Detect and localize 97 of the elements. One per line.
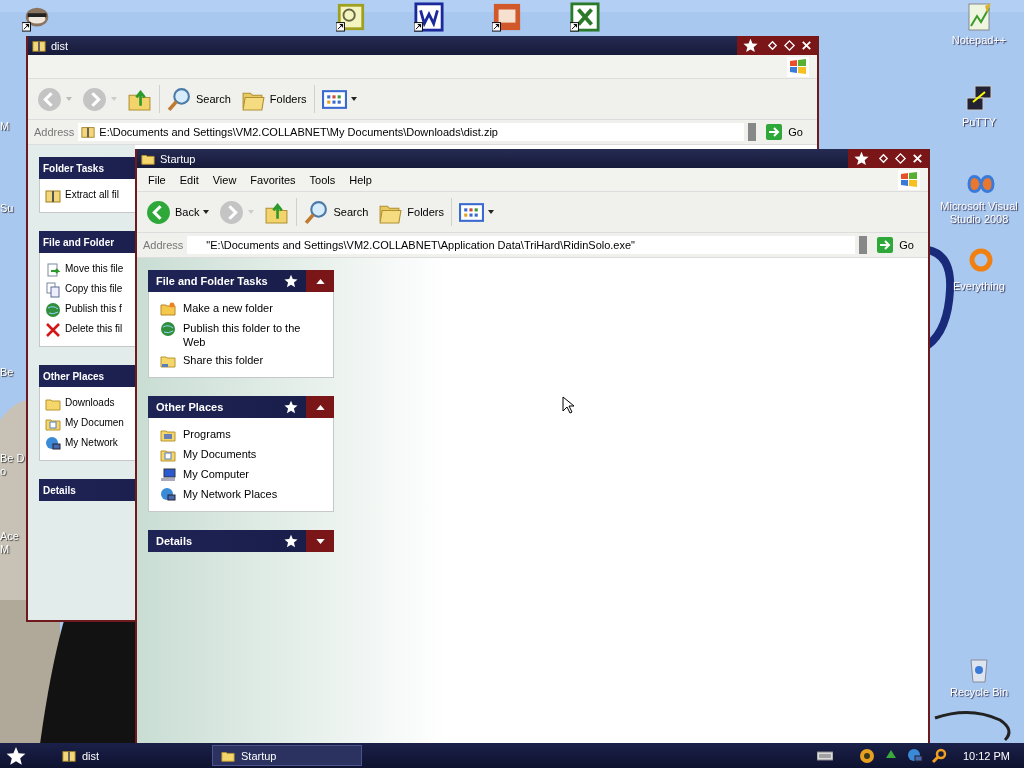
menu-item[interactable]: Favorites <box>243 173 303 186</box>
task-link[interactable]: Move this file <box>65 262 124 276</box>
taskbar-button[interactable]: Startup <box>212 745 362 766</box>
folders-button[interactable]: Folders <box>375 197 447 227</box>
sheet-icon[interactable] <box>570 2 600 32</box>
window-title: Startup <box>160 152 197 165</box>
go-button[interactable]: Go <box>871 237 922 253</box>
go-arrow-icon <box>877 237 894 253</box>
programs-folder-icon <box>160 427 176 443</box>
task-link[interactable]: Publish this folder to the Web <box>183 321 323 349</box>
caret-icon <box>203 210 210 214</box>
maximize-icon[interactable] <box>894 152 907 165</box>
documents-folder-icon <box>160 447 176 463</box>
minimize-icon[interactable] <box>877 152 890 165</box>
task-pane-header[interactable]: Details <box>148 530 334 552</box>
task-link[interactable]: Programs <box>183 427 231 441</box>
close-icon[interactable] <box>911 152 924 165</box>
computer-icon <box>160 467 176 483</box>
windows-flag-icon <box>898 169 920 190</box>
documents-folder-icon <box>45 416 61 432</box>
menu-item[interactable]: Help <box>342 173 379 186</box>
folders-button[interactable]: Folders <box>237 84 310 114</box>
scrollbar-thumb <box>748 123 757 141</box>
start-star-icon[interactable] <box>6 745 26 766</box>
star-icon <box>743 38 758 53</box>
shared-folder-icon <box>160 353 176 369</box>
task-link[interactable]: Copy this file <box>65 282 123 296</box>
task-pane-header[interactable]: Other Places <box>148 396 334 418</box>
taskbar-button[interactable]: dist <box>54 745 204 766</box>
zip-folder-icon <box>32 38 46 53</box>
search-icon <box>167 86 192 112</box>
caret-icon <box>111 97 117 101</box>
go-button[interactable]: Go <box>760 124 811 140</box>
minimize-icon[interactable] <box>766 39 779 52</box>
address-label: Address <box>143 239 184 251</box>
star-icon <box>284 400 298 414</box>
back-button[interactable]: Back <box>143 197 213 227</box>
star-icon <box>854 151 869 166</box>
expand-chevron-icon[interactable] <box>315 538 325 544</box>
zip-folder-icon <box>45 188 61 204</box>
scrollbar-thumb <box>859 236 868 254</box>
caret-icon <box>66 97 72 101</box>
task-link[interactable]: My Documents <box>183 447 257 461</box>
windows-flag-icon <box>787 56 809 77</box>
menu-item[interactable]: File <box>141 173 173 186</box>
address-field[interactable]: "E:\Documents and Settings\VM2.COLLABNET\Application Data\TriHard\RidinSolo.exe" <box>187 236 856 254</box>
search-icon <box>304 199 330 225</box>
folder-icon <box>160 301 176 317</box>
globe-icon <box>45 302 61 318</box>
collapse-chevron-icon[interactable] <box>315 278 325 284</box>
go-arrow-icon <box>766 124 783 140</box>
task-link[interactable]: Delete this fil <box>65 322 123 336</box>
folder-icon <box>45 396 61 412</box>
task-link[interactable]: My Network Places <box>183 487 278 501</box>
task-pane-header[interactable]: File and Folder <box>39 231 135 253</box>
caret-icon <box>248 210 255 214</box>
task-link[interactable]: Downloads <box>65 396 115 410</box>
move-file-icon <box>45 262 61 278</box>
task-link[interactable]: My Documen <box>65 416 124 430</box>
maximize-icon[interactable] <box>783 39 796 52</box>
network-icon <box>160 487 176 503</box>
word-icon[interactable] <box>414 2 444 32</box>
task-pane-header[interactable]: Folder Tasks <box>39 157 135 179</box>
window-title: dist <box>51 39 70 52</box>
shield-icon[interactable] <box>858 747 875 764</box>
zip-folder-icon <box>81 125 96 139</box>
task-pane-header[interactable]: Other Places <box>39 365 135 387</box>
task-link[interactable]: My Computer <box>183 467 250 481</box>
star-icon <box>284 274 298 288</box>
menu-item[interactable]: View <box>205 173 244 186</box>
task-link[interactable]: Extract all fil <box>65 188 119 202</box>
task-pane-header[interactable]: File and Folder Tasks <box>148 270 334 292</box>
address-field[interactable]: E:\Documents and Settings\VM2.COLLABNET\My Documents\Downloads\dist.zip <box>78 123 745 141</box>
clock: 10:12 PM <box>962 749 1010 762</box>
network-icon[interactable] <box>906 747 923 764</box>
network-icon <box>45 436 61 452</box>
task-link[interactable]: Publish this f <box>65 302 122 316</box>
task-link[interactable]: My Network <box>65 436 118 450</box>
collapse-chevron-icon[interactable] <box>315 404 325 410</box>
address-label: Address <box>34 126 75 138</box>
copy-file-icon <box>45 282 61 298</box>
search-icon[interactable] <box>930 747 947 764</box>
mouse-cursor-icon <box>562 396 574 414</box>
star-icon <box>284 534 298 548</box>
task-link[interactable]: Share this folder <box>183 353 264 367</box>
search-button[interactable]: Search <box>164 84 234 114</box>
delete-icon <box>45 322 61 338</box>
task-pane-header[interactable]: Details <box>39 479 135 501</box>
close-icon[interactable] <box>800 39 813 52</box>
menu-item[interactable]: Tools <box>302 173 343 186</box>
menu-item[interactable]: Edit <box>172 173 206 186</box>
task-link[interactable]: Make a new folder <box>183 301 273 315</box>
search-button[interactable]: Search <box>301 197 372 227</box>
zip-folder-icon <box>62 748 76 763</box>
caret-icon <box>350 97 357 101</box>
caret-icon <box>488 210 494 214</box>
globe-icon <box>160 321 176 337</box>
